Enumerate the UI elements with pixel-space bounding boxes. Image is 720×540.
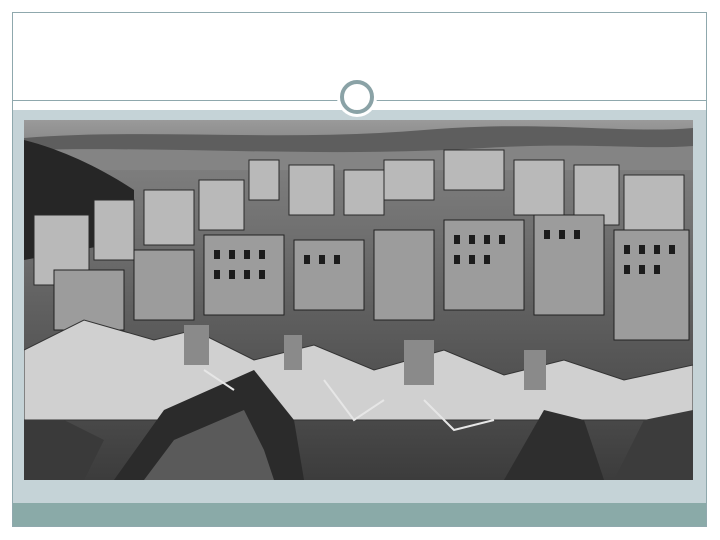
ring-ornament-icon	[340, 80, 374, 114]
photo-drawing	[24, 120, 693, 480]
footer-band	[13, 503, 706, 526]
ruined-city-photo[interactable]	[24, 120, 693, 480]
slide	[0, 0, 720, 540]
